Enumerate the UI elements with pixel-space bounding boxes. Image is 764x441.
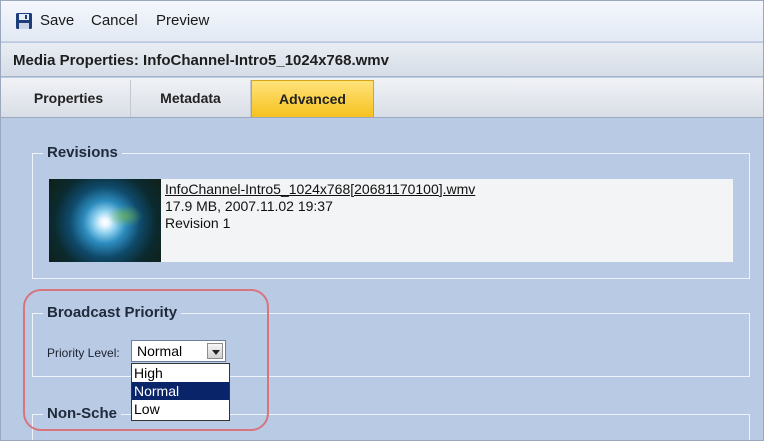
revisions-legend: Revisions xyxy=(43,144,122,161)
revision-item[interactable]: InfoChannel-Intro5_1024x768[20681170100]… xyxy=(49,179,733,262)
non-scheduled-legend: Non-Sche xyxy=(43,405,122,422)
revision-number: Revision 1 xyxy=(165,215,231,231)
priority-dropdown-list: High Normal Low xyxy=(131,363,230,421)
priority-level-select[interactable]: Normal xyxy=(131,340,226,362)
option-high[interactable]: High xyxy=(132,364,229,382)
toolbar: Save Cancel Preview xyxy=(1,1,763,42)
tab-label: Properties xyxy=(33,90,104,106)
revision-details: InfoChannel-Intro5_1024x768[20681170100]… xyxy=(165,181,475,232)
chevron-down-icon[interactable] xyxy=(207,343,223,359)
option-low[interactable]: Low xyxy=(132,400,229,418)
save-icon[interactable] xyxy=(15,12,33,30)
title-bar: Media Properties: InfoChannel-Intro5_102… xyxy=(1,43,763,77)
preview-button[interactable]: Preview xyxy=(156,12,209,29)
priority-selected-value: Normal xyxy=(137,343,183,359)
advanced-panel: Revisions InfoChannel-Intro5_1024x768[20… xyxy=(1,119,763,440)
cancel-button[interactable]: Cancel xyxy=(91,12,138,29)
tab-advanced[interactable]: Advanced xyxy=(251,80,374,117)
media-properties-window: Save Cancel Preview Media Properties: In… xyxy=(0,0,764,441)
tab-label: Metadata xyxy=(160,90,221,106)
revision-file-link[interactable]: InfoChannel-Intro5_1024x768[20681170100]… xyxy=(165,181,475,197)
tab-metadata[interactable]: Metadata xyxy=(131,80,251,117)
tab-bar: Properties Metadata Advanced xyxy=(1,78,763,118)
tab-properties[interactable]: Properties xyxy=(7,80,131,117)
revision-size-date: 17.9 MB, 2007.11.02 19:37 xyxy=(165,198,333,214)
video-thumbnail[interactable] xyxy=(49,179,161,262)
option-normal[interactable]: Normal xyxy=(132,382,229,400)
broadcast-priority-legend: Broadcast Priority xyxy=(43,304,182,321)
tab-label: Advanced xyxy=(279,91,346,107)
page-title: Media Properties: InfoChannel-Intro5_102… xyxy=(13,52,389,69)
priority-level-label: Priority Level: xyxy=(47,346,120,360)
save-button[interactable]: Save xyxy=(40,12,74,29)
